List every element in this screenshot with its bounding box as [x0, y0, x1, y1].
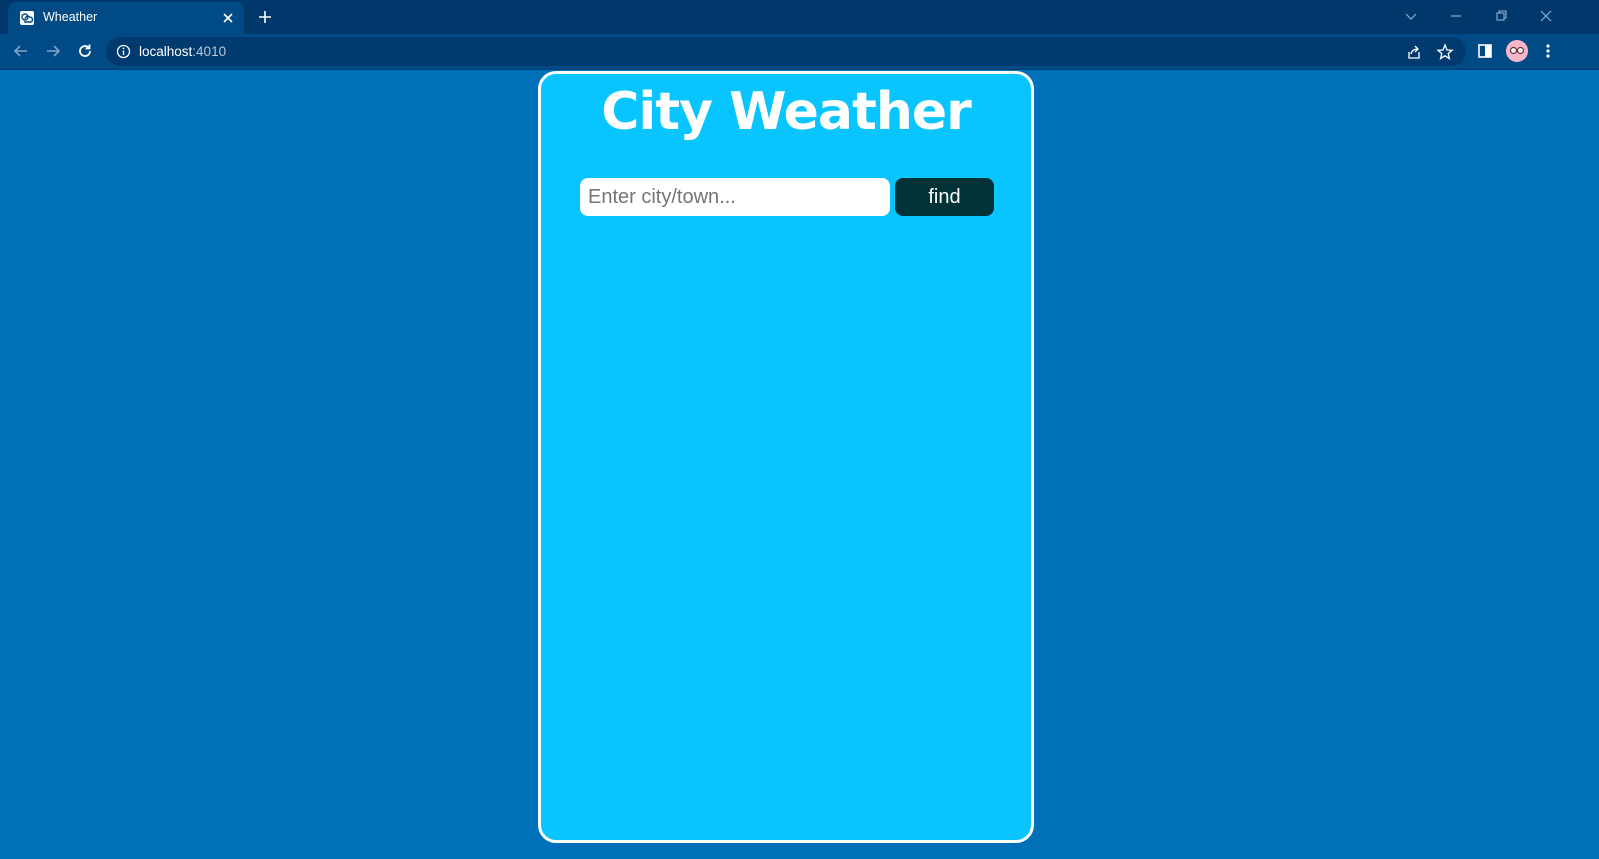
close-window-icon[interactable] — [1538, 8, 1554, 24]
weather-card: City Weather find — [538, 71, 1034, 843]
url-text: localhost:4010 — [139, 44, 226, 59]
address-bar[interactable]: localhost:4010 — [106, 37, 1466, 66]
share-icon[interactable] — [1405, 43, 1423, 61]
city-search-input[interactable] — [580, 178, 890, 216]
browser-tab[interactable]: Wheather — [8, 2, 244, 34]
back-arrow-icon[interactable] — [12, 42, 30, 60]
profile-avatar[interactable] — [1506, 40, 1528, 62]
page-title: City Weather — [601, 82, 972, 142]
minimize-icon[interactable] — [1448, 8, 1464, 24]
site-info-icon[interactable] — [116, 44, 131, 59]
browser-toolbar: localhost:4010 — [0, 34, 1599, 70]
browser-tabstrip: Wheather — [0, 0, 1599, 34]
restore-icon[interactable] — [1493, 8, 1509, 24]
bookmark-star-icon[interactable] — [1436, 43, 1454, 61]
reload-icon[interactable] — [76, 42, 94, 60]
url-port: :4010 — [192, 44, 227, 59]
new-tab-plus-icon[interactable] — [256, 8, 274, 26]
tab-title: Wheather — [43, 10, 98, 24]
side-panel-icon[interactable] — [1476, 42, 1494, 60]
close-tab-icon[interactable] — [220, 10, 236, 26]
tab-search-chevron-icon[interactable] — [1403, 8, 1419, 24]
url-host: localhost — [139, 44, 193, 59]
weather-favicon-icon — [19, 10, 35, 26]
forward-arrow-icon[interactable] — [44, 42, 62, 60]
browser-menu-icon[interactable] — [1539, 42, 1557, 60]
find-button[interactable]: find — [895, 178, 994, 216]
